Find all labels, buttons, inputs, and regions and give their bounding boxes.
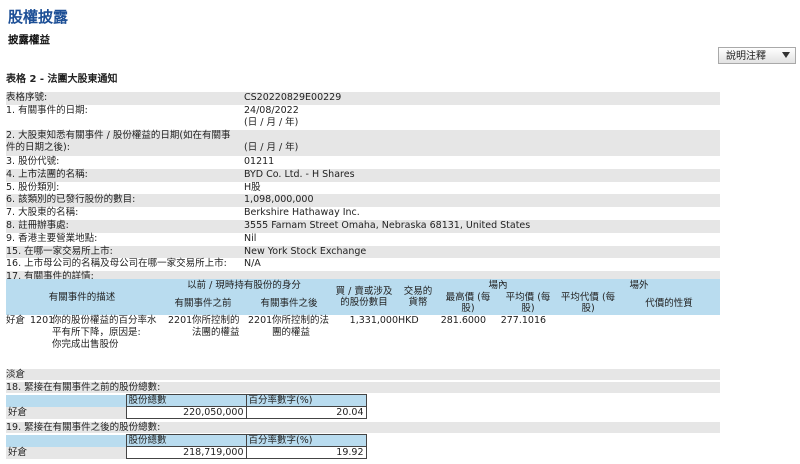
form-row-label: 4. 上市法團的名稱: — [6, 168, 88, 180]
header-capacity: 以前 / 現時持有股份的身分 — [158, 279, 331, 291]
form-row-label: 3. 股份代號: — [6, 155, 60, 167]
notes-button-label: 說明注釋 — [726, 51, 766, 62]
form-row-label: 1. 有關事件的日期: — [6, 104, 88, 116]
after-row-label: 好倉 — [6, 446, 126, 459]
form-row-value: 01211 — [244, 155, 275, 167]
before-col-shares: 股份總數 — [125, 394, 247, 407]
chevron-down-icon — [782, 52, 790, 58]
after-total-table: 股份總數 百分率數字(%) 好倉 218,719,000 19.92 — [6, 434, 367, 459]
header-after-event: 有關事件之後 — [248, 291, 331, 315]
header-average-consideration: 平均代價 (每股) — [558, 291, 619, 315]
header-consideration-nature: 代價的性質 — [618, 291, 721, 315]
form-row: 8. 註冊辦事處: 3555 Farnam Street Omaha, Nebra… — [6, 219, 720, 233]
form-row-value: 1,098,000,000 — [244, 194, 314, 206]
form-row-value: H股 — [244, 181, 261, 193]
average-price: 277.1016 — [498, 315, 559, 369]
form-row-value: Nil — [244, 232, 257, 244]
header-before-event: 有關事件之前 — [158, 291, 249, 315]
after-total-shares: 218,719,000 — [125, 446, 247, 459]
page-subtitle: 披露權益 — [8, 34, 50, 46]
form-row: 2. 大股東知悉有關事件 / 股份權益的日期(如在有關事件的日期之後): (日 … — [6, 130, 720, 156]
form-row-label: 2. 大股東知悉有關事件 / 股份權益的日期(如在有關事件的日期之後): — [6, 130, 231, 154]
form-fields: 表格序號: CS20220829E00229 1. 有關事件的日期: 24/08/20… — [6, 92, 720, 284]
form-row-label: 7. 大股東的名稱: — [6, 207, 79, 219]
form-row-value: (日 / 月 / 年) — [244, 142, 299, 154]
form-row-label: 5. 股份類別: — [6, 181, 60, 193]
table-row: 好倉 1201 你的股份權益的百分率水平有所下降，原因是: 你完成出售股份 22… — [6, 315, 721, 369]
form-row-label: 16. 上市母公司的名稱及母公司在哪一家交易所上市: — [6, 258, 227, 270]
after-total-title: 19. 緊接在有關事件之後的股份總數: — [6, 422, 720, 433]
form-row-label: 6. 該類別的已發行股份的數目: — [6, 194, 136, 206]
page-title: 股權披露 — [8, 8, 69, 26]
form-row-value: 24/08/2022 (日 / 月 / 年) — [244, 104, 299, 128]
form-row-label: 8. 註冊辦事處: — [6, 219, 69, 231]
form-row: 5. 股份類別: H股 — [6, 182, 720, 195]
currency: HKD — [398, 315, 439, 369]
form-row-value: CS20220829E00229 — [244, 92, 342, 103]
before-capacity-code: 2201 — [168, 315, 192, 369]
header-on-exchange: 場內 — [438, 279, 559, 291]
form-row-label: 表格序號: — [6, 92, 48, 103]
before-col-percentage: 百分率數字(%) — [245, 394, 367, 407]
form-row: 表格序號: CS20220829E00229 — [6, 92, 720, 105]
form-row: 6. 該類別的已發行股份的數目: 1,098,000,000 — [6, 194, 720, 208]
position-type: 好倉 — [6, 315, 30, 369]
before-capacity: 你所控制的法團的權益 — [192, 315, 249, 369]
form-row: 16. 上市母公司的名稱及母公司在哪一家交易所上市: N/A — [6, 258, 720, 271]
before-total-table: 股份總數 百分率數字(%) 好倉 220,050,000 20.04 — [6, 394, 367, 419]
after-capacity: 你所控制的法團的權益 — [272, 315, 331, 369]
header-currency: 交易的貨幣 — [398, 279, 439, 315]
after-col-shares: 股份總數 — [125, 434, 247, 447]
notes-dropdown-button[interactable]: 說明注釋 — [718, 47, 796, 64]
after-capacity-code: 2201 — [248, 315, 272, 369]
header-highest-price: 最高價 (每股) — [438, 291, 499, 315]
before-total-title: 18. 緊接在有關事件之前的股份總數: — [6, 382, 720, 393]
event-description: 你的股份權益的百分率水平有所下降，原因是: 你完成出售股份 — [52, 315, 159, 369]
highest-price: 281.6000 — [438, 315, 499, 369]
form-row: 7. 大股東的名稱: Berkshire Hathaway Inc. — [6, 207, 720, 220]
event-code: 1201 — [30, 315, 54, 369]
before-percentage: 20.04 — [245, 406, 367, 419]
before-total-shares: 220,050,000 — [125, 406, 247, 419]
form-row-label: 15. 在哪一家交易所上市: — [6, 245, 113, 257]
form-row-value: N/A — [244, 258, 261, 270]
header-average-price: 平均價 (每股) — [498, 291, 559, 315]
before-row-label: 好倉 — [6, 406, 126, 419]
form-row-label: 9. 香港主要營業地點: — [6, 232, 98, 244]
after-percentage: 19.92 — [245, 446, 367, 459]
form-row: 9. 香港主要營業地點: Nil — [6, 233, 720, 246]
header-shares-involved: 買 / 賣或涉及的股份數目 — [330, 279, 399, 315]
event-details-table: 有關事件的描述 以前 / 現時持有股份的身分 買 / 賣或涉及的股份數目 交易的… — [6, 279, 721, 369]
after-col-percentage: 百分率數字(%) — [245, 434, 367, 447]
form-row-value: New York Stock Exchange — [244, 245, 367, 257]
form-row-value: Berkshire Hathaway Inc. — [244, 207, 360, 219]
form-row: 15. 在哪一家交易所上市: New York Stock Exchange — [6, 245, 720, 259]
short-position-label: 淡倉 — [6, 369, 720, 380]
form-row-value: BYD Co. Ltd. - H Shares — [244, 168, 355, 180]
header-event-description: 有關事件的描述 — [6, 279, 159, 315]
shares-involved: 1,331,000 — [330, 315, 399, 369]
header-off-exchange: 場外 — [558, 279, 721, 291]
form-row: 1. 有關事件的日期: 24/08/2022 (日 / 月 / 年) — [6, 105, 720, 131]
form-row: 3. 股份代號: 01211 — [6, 156, 720, 169]
form-row-value: 3555 Farnam Street Omaha, Nebraska 68131… — [244, 219, 531, 231]
form-title: 表格 2 - 法團大股東通知 — [6, 74, 118, 85]
form-row: 4. 上市法團的名稱: BYD Co. Ltd. - H Shares — [6, 168, 720, 182]
